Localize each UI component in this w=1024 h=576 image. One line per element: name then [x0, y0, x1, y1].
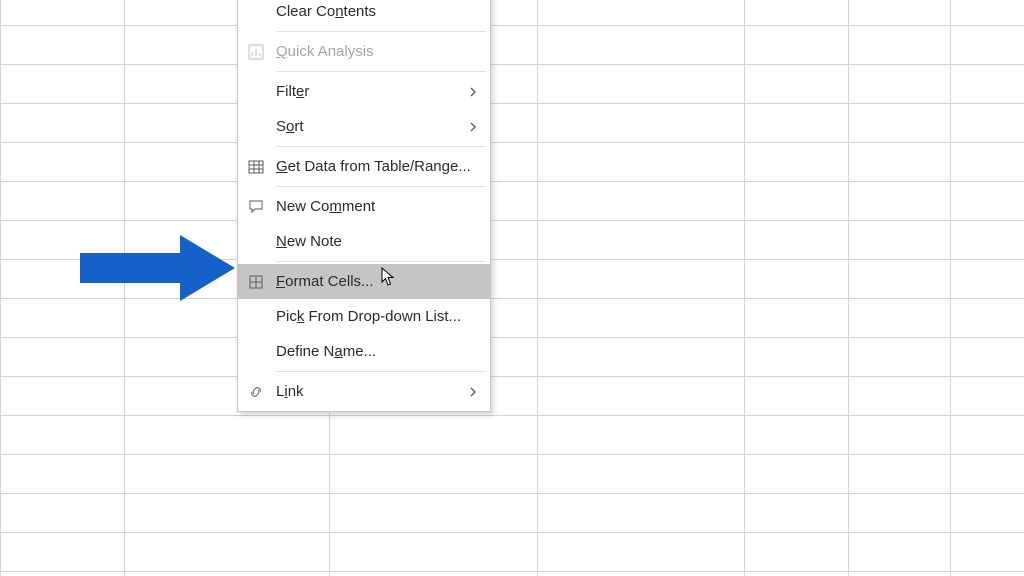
menu-clear-contents[interactable]: Clear Contents — [238, 0, 490, 29]
column-line — [124, 0, 125, 576]
menu-pick-from-list[interactable]: Pick From Drop-down List... — [238, 299, 490, 334]
menu-sort[interactable]: Sort — [238, 109, 490, 144]
menu-format-cells[interactable]: Format Cells... — [238, 264, 490, 299]
comment-icon — [248, 199, 276, 215]
menu-separator — [276, 31, 486, 32]
spreadsheet-grid[interactable] — [0, 0, 1024, 576]
menu-get-data[interactable]: Get Data from Table/Range... — [238, 149, 490, 184]
menu-separator — [276, 261, 486, 262]
menu-filter[interactable]: Filter — [238, 74, 490, 109]
quick-analysis-icon — [248, 44, 276, 60]
menu-item-label: Filter — [276, 83, 466, 100]
menu-item-label: Get Data from Table/Range... — [276, 158, 480, 175]
menu-define-name[interactable]: Define Name... — [238, 334, 490, 369]
menu-item-label: New Comment — [276, 198, 480, 215]
menu-separator — [276, 186, 486, 187]
menu-separator — [276, 71, 486, 72]
chevron-right-icon — [466, 122, 480, 132]
column-line — [950, 0, 951, 576]
column-line — [537, 0, 538, 576]
menu-separator — [276, 146, 486, 147]
menu-item-label: New Note — [276, 233, 480, 250]
menu-item-label: Link — [276, 383, 466, 400]
column-line — [848, 0, 849, 576]
table-icon — [248, 159, 276, 175]
chevron-right-icon — [466, 387, 480, 397]
menu-item-label: Sort — [276, 118, 466, 135]
menu-quick-analysis: Quick Analysis — [238, 34, 490, 69]
chevron-right-icon — [466, 87, 480, 97]
link-icon — [248, 384, 276, 400]
menu-link[interactable]: Link — [238, 374, 490, 409]
format-cells-icon — [248, 274, 276, 290]
menu-item-label: Define Name... — [276, 343, 480, 360]
column-line — [744, 0, 745, 576]
menu-item-label: Format Cells... — [276, 273, 480, 290]
menu-new-note[interactable]: New Note — [238, 224, 490, 259]
menu-item-label: Quick Analysis — [276, 43, 480, 60]
menu-item-label: Clear Contents — [276, 3, 480, 20]
menu-separator — [276, 371, 486, 372]
menu-item-label: Pick From Drop-down List... — [276, 308, 480, 325]
menu-new-comment[interactable]: New Comment — [238, 189, 490, 224]
context-menu: Clear Contents Quick Analysis Filter Sor… — [237, 0, 491, 412]
